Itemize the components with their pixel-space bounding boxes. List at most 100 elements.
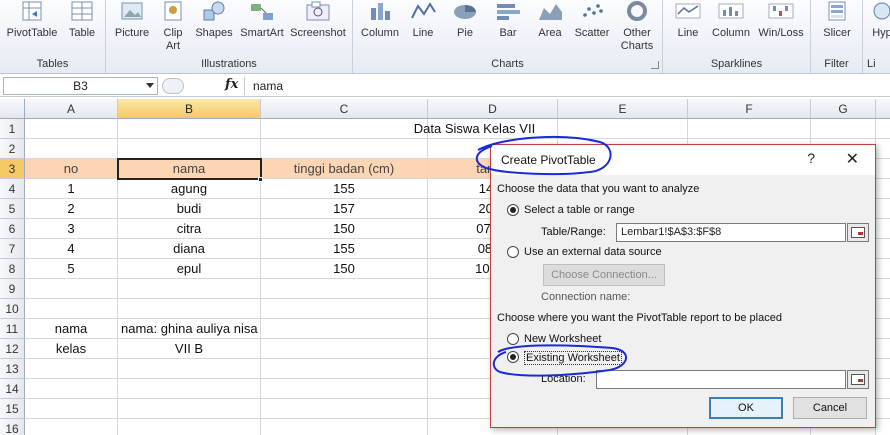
picture-button[interactable]: Picture [112,0,152,40]
formula-bar-resize-handle[interactable] [162,78,184,94]
sparkline-winloss-button[interactable]: Win/Loss [755,0,807,40]
info-label-kelas[interactable]: kelas [25,339,118,359]
empty-cell[interactable] [876,339,890,359]
table-cell[interactable]: agung [118,179,261,199]
empty-cell[interactable] [876,279,890,299]
row-header-5[interactable]: 5 [0,199,25,219]
shapes-button[interactable]: Shapes [194,0,234,40]
empty-cell[interactable] [25,119,118,139]
empty-cell[interactable] [261,279,428,299]
sparkline-line-button[interactable]: Line [671,0,705,40]
empty-cell[interactable] [876,359,890,379]
row-header-15[interactable]: 15 [0,399,25,419]
ok-button[interactable]: OK [709,397,783,419]
table-cell[interactable]: 3 [25,219,118,239]
dialog-titlebar[interactable]: Create PivotTable ? ✕ [491,145,875,175]
pie-chart-button[interactable]: Pie [449,0,481,40]
empty-cell[interactable] [876,219,890,239]
existing-worksheet-label[interactable]: Existing Worksheet [524,351,622,365]
new-worksheet-label[interactable]: New Worksheet [524,333,601,345]
empty-cell[interactable] [261,319,428,339]
empty-cell[interactable] [118,399,261,419]
insert-function-icon[interactable]: fx [225,77,238,92]
sheet-title-cell[interactable]: Data Siswa Kelas VII [261,119,688,139]
row-header-12[interactable]: 12 [0,339,25,359]
table-range-collapse-button[interactable] [847,223,869,242]
empty-cell[interactable] [25,359,118,379]
table-cell[interactable]: citra [118,219,261,239]
bar-chart-button[interactable]: Bar [491,0,525,40]
sparkline-column-button[interactable]: Column [709,0,753,40]
empty-cell[interactable] [688,119,811,139]
info-value-nama[interactable]: nama: ghina auliya nisa [118,319,261,339]
table-cell[interactable]: 150 [261,259,428,279]
empty-cell[interactable] [25,379,118,399]
scatter-chart-button[interactable]: Scatter [571,0,613,40]
row-header-14[interactable]: 14 [0,379,25,399]
empty-cell[interactable] [261,399,428,419]
fill-handle[interactable] [258,177,263,182]
empty-cell[interactable] [876,179,890,199]
row-header-8[interactable]: 8 [0,259,25,279]
other-charts-button[interactable]: Other Charts [617,0,657,53]
choose-connection-button[interactable]: Choose Connection... [543,264,665,286]
empty-cell[interactable] [118,279,261,299]
row-header-13[interactable]: 13 [0,359,25,379]
empty-cell[interactable] [876,299,890,319]
empty-cell[interactable] [118,419,261,435]
help-icon[interactable]: ? [807,150,815,166]
empty-cell[interactable] [261,359,428,379]
row-header-9[interactable]: 9 [0,279,25,299]
row-header-7[interactable]: 7 [0,239,25,259]
external-source-radio[interactable] [507,246,519,258]
empty-cell[interactable] [25,399,118,419]
smartart-button[interactable]: SmartArt [238,0,286,40]
empty-cell[interactable] [876,239,890,259]
hyperlink-button[interactable]: Hyp [867,0,890,40]
existing-worksheet-radio[interactable] [507,351,519,363]
close-icon[interactable]: ✕ [846,149,859,169]
empty-cell[interactable] [876,139,890,159]
row-header-4[interactable]: 4 [0,179,25,199]
area-chart-button[interactable]: Area [533,0,567,40]
info-label-nama[interactable]: nama [25,319,118,339]
table-button[interactable]: Table [64,0,100,40]
empty-cell[interactable] [876,199,890,219]
empty-cell[interactable] [876,419,890,435]
empty-cell[interactable] [261,139,428,159]
table-cell[interactable]: epul [118,259,261,279]
empty-cell[interactable] [118,139,261,159]
empty-cell[interactable] [876,259,890,279]
empty-cell[interactable] [25,279,118,299]
column-chart-button[interactable]: Column [359,0,401,40]
table-cell[interactable]: 150 [261,219,428,239]
empty-cell[interactable] [876,379,890,399]
empty-cell[interactable] [261,379,428,399]
table-cell[interactable]: 1 [25,179,118,199]
line-chart-button[interactable]: Line [405,0,441,40]
table-cell[interactable]: 2 [25,199,118,219]
name-box-dropdown-icon[interactable] [146,83,154,88]
row-header-2[interactable]: 2 [0,139,25,159]
select-table-radio[interactable] [507,204,519,216]
empty-cell[interactable] [118,379,261,399]
clip-art-button[interactable]: Clip Art [158,0,188,53]
header-cell-tinggi-badan[interactable]: tinggi badan (cm) [261,159,428,179]
external-source-label[interactable]: Use an external data source [524,246,662,258]
empty-cell[interactable] [261,339,428,359]
row-header-16[interactable]: 16 [0,419,25,435]
select-all-corner[interactable] [0,99,25,119]
table-cell[interactable]: diana [118,239,261,259]
empty-cell[interactable] [811,119,876,139]
column-header-g[interactable]: G [811,99,876,119]
new-worksheet-radio[interactable] [507,333,519,345]
screenshot-button[interactable]: Screenshot [288,0,348,40]
empty-cell[interactable] [261,299,428,319]
name-box[interactable]: B3 [3,77,158,95]
formula-input[interactable]: nama [244,77,888,95]
empty-cell[interactable] [876,159,890,179]
column-header-d[interactable]: D [428,99,558,119]
cancel-button[interactable]: Cancel [793,397,867,419]
header-cell-no[interactable]: no [25,159,118,179]
select-table-label[interactable]: Select a table or range [524,204,635,216]
